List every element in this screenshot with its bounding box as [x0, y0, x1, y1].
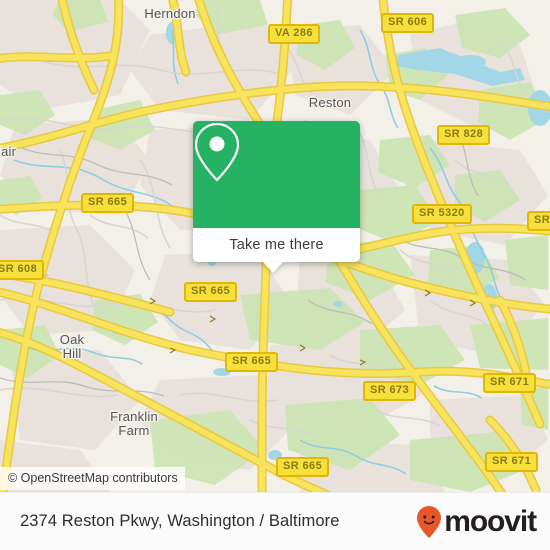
callout-action[interactable]: Take me there: [193, 228, 360, 262]
moovit-brand: moovit: [416, 504, 537, 539]
osm-attribution[interactable]: © OpenStreetMap contributors: [0, 467, 185, 490]
callout-header: [193, 121, 360, 228]
address-label: 2374 Reston Pkwy, Washington / Baltimore: [20, 512, 340, 530]
moovit-pin-icon: [417, 505, 442, 538]
shield-sr-665-d[interactable]: SR 665: [276, 457, 330, 477]
moovit-map-screen: Herndon Reston lair Oak Hill Franklin Fa…: [0, 0, 550, 550]
map-pin-icon: [194, 122, 240, 182]
shield-sr-right-edge[interactable]: SR: [527, 211, 550, 231]
shield-sr-5320[interactable]: SR 5320: [412, 204, 472, 224]
shield-sr-673[interactable]: SR 673: [363, 381, 417, 401]
shield-sr-671-a[interactable]: SR 671: [483, 373, 537, 393]
footer-bar: 2374 Reston Pkwy, Washington / Baltimore…: [0, 492, 550, 550]
shield-sr-665-a[interactable]: SR 665: [81, 193, 135, 213]
shield-sr-608[interactable]: SR 608: [0, 260, 45, 280]
shield-sr-665-b[interactable]: SR 665: [184, 282, 238, 302]
location-callout[interactable]: Take me there: [193, 121, 360, 273]
map-canvas[interactable]: Herndon Reston lair Oak Hill Franklin Fa…: [0, 0, 550, 492]
moovit-wordmark: moovit: [444, 504, 537, 538]
callout-pointer: [263, 262, 283, 273]
shield-va-286[interactable]: VA 286: [268, 24, 320, 44]
shield-sr-606[interactable]: SR 606: [381, 13, 435, 33]
shield-sr-828[interactable]: SR 828: [437, 125, 491, 145]
shield-sr-665-c[interactable]: SR 665: [225, 352, 279, 372]
take-me-there-label: Take me there: [229, 237, 324, 253]
shield-sr-671-b[interactable]: SR 671: [485, 452, 539, 472]
